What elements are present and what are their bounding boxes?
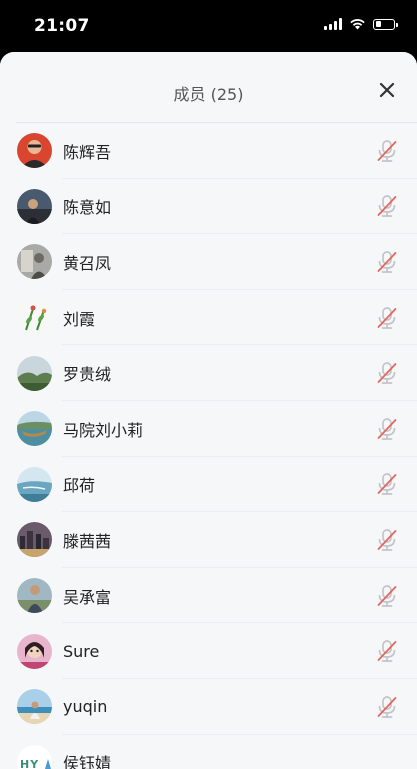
avatar: HY xyxy=(17,744,52,769)
member-name: 滕茜茜 xyxy=(63,531,112,551)
member-row[interactable]: HY 侯钰婧 xyxy=(0,735,417,769)
avatar xyxy=(17,466,52,502)
wifi-icon xyxy=(350,19,365,30)
close-button[interactable] xyxy=(375,78,399,102)
member-row[interactable]: 罗贵绒 xyxy=(0,345,417,401)
mic-muted-icon xyxy=(377,139,397,162)
avatar xyxy=(17,633,52,669)
avatar xyxy=(17,188,52,224)
member-name: 罗贵绒 xyxy=(63,365,112,385)
svg-text:HY: HY xyxy=(20,758,39,769)
mic-status[interactable] xyxy=(376,639,398,663)
member-row[interactable]: 陈意如 xyxy=(0,179,417,235)
mic-muted-icon xyxy=(377,473,397,496)
member-row[interactable]: 吴承富 xyxy=(0,568,417,624)
member-name: 吴承富 xyxy=(63,587,112,607)
mic-status[interactable] xyxy=(376,361,398,385)
avatar xyxy=(17,355,52,391)
member-row[interactable]: yuqin xyxy=(0,679,417,735)
member-name: 马院刘小莉 xyxy=(63,420,144,440)
status-icons xyxy=(324,18,398,30)
mic-status[interactable] xyxy=(376,306,398,330)
mic-muted-icon xyxy=(377,640,397,662)
mic-status[interactable] xyxy=(376,528,398,552)
member-list: 陈辉吾陈意如黄召凤刘霞罗贵绒马院刘小莉邱荷滕茜茜吴承富 Sure yuqin HY 侯钰… xyxy=(0,123,417,769)
member-name: 侯钰婧 xyxy=(63,754,112,769)
mic-status[interactable] xyxy=(376,695,398,719)
member-row[interactable]: 陈辉吾 xyxy=(0,123,417,179)
avatar xyxy=(17,133,52,169)
member-name: 刘霞 xyxy=(63,309,96,329)
mic-status[interactable] xyxy=(376,194,398,218)
mic-muted-icon xyxy=(377,306,397,329)
avatar xyxy=(17,300,52,336)
avatar xyxy=(17,522,52,558)
mic-status[interactable] xyxy=(376,417,398,441)
mic-muted-icon xyxy=(377,529,397,551)
avatar xyxy=(17,411,52,447)
avatar xyxy=(17,689,52,725)
member-row[interactable]: 滕茜茜 xyxy=(0,512,417,568)
member-row[interactable]: 邱荷 xyxy=(0,457,417,513)
members-sheet: 成员 (25) 陈辉吾陈意如黄召凤刘霞罗贵绒马院刘小莉邱荷滕茜茜吴承富 Sure y… xyxy=(0,52,417,769)
member-name: Sure xyxy=(63,641,100,661)
member-row[interactable]: Sure xyxy=(0,623,417,679)
member-name: 陈辉吾 xyxy=(63,142,112,162)
mic-muted-icon xyxy=(377,195,397,218)
mic-muted-icon xyxy=(377,362,397,385)
member-row[interactable]: 马院刘小莉 xyxy=(0,401,417,457)
close-icon xyxy=(379,82,395,98)
sheet-header: 成员 (25) xyxy=(0,52,417,122)
battery-icon xyxy=(373,18,398,30)
member-name: 陈意如 xyxy=(63,198,112,218)
member-row[interactable]: 刘霞 xyxy=(0,290,417,346)
mic-status[interactable] xyxy=(376,250,398,274)
member-name: yuqin xyxy=(63,697,108,717)
mic-muted-icon xyxy=(377,584,397,607)
avatar xyxy=(17,578,52,614)
mic-muted-icon xyxy=(377,251,397,273)
member-name: 邱荷 xyxy=(63,476,96,496)
signal-icon xyxy=(324,18,342,30)
member-row[interactable]: 黄召凤 xyxy=(0,234,417,290)
battery-fill xyxy=(375,21,381,27)
status-bar: 21:07 xyxy=(0,0,417,52)
avatar xyxy=(17,244,52,280)
page-title: 成员 (25) xyxy=(173,85,244,104)
mic-muted-icon xyxy=(377,695,397,718)
mic-status[interactable] xyxy=(376,584,398,608)
mic-status[interactable] xyxy=(376,472,398,496)
member-name: 黄召凤 xyxy=(63,253,112,273)
mic-muted-icon xyxy=(377,417,397,440)
status-time: 21:07 xyxy=(34,16,90,36)
mic-status[interactable] xyxy=(376,139,398,163)
